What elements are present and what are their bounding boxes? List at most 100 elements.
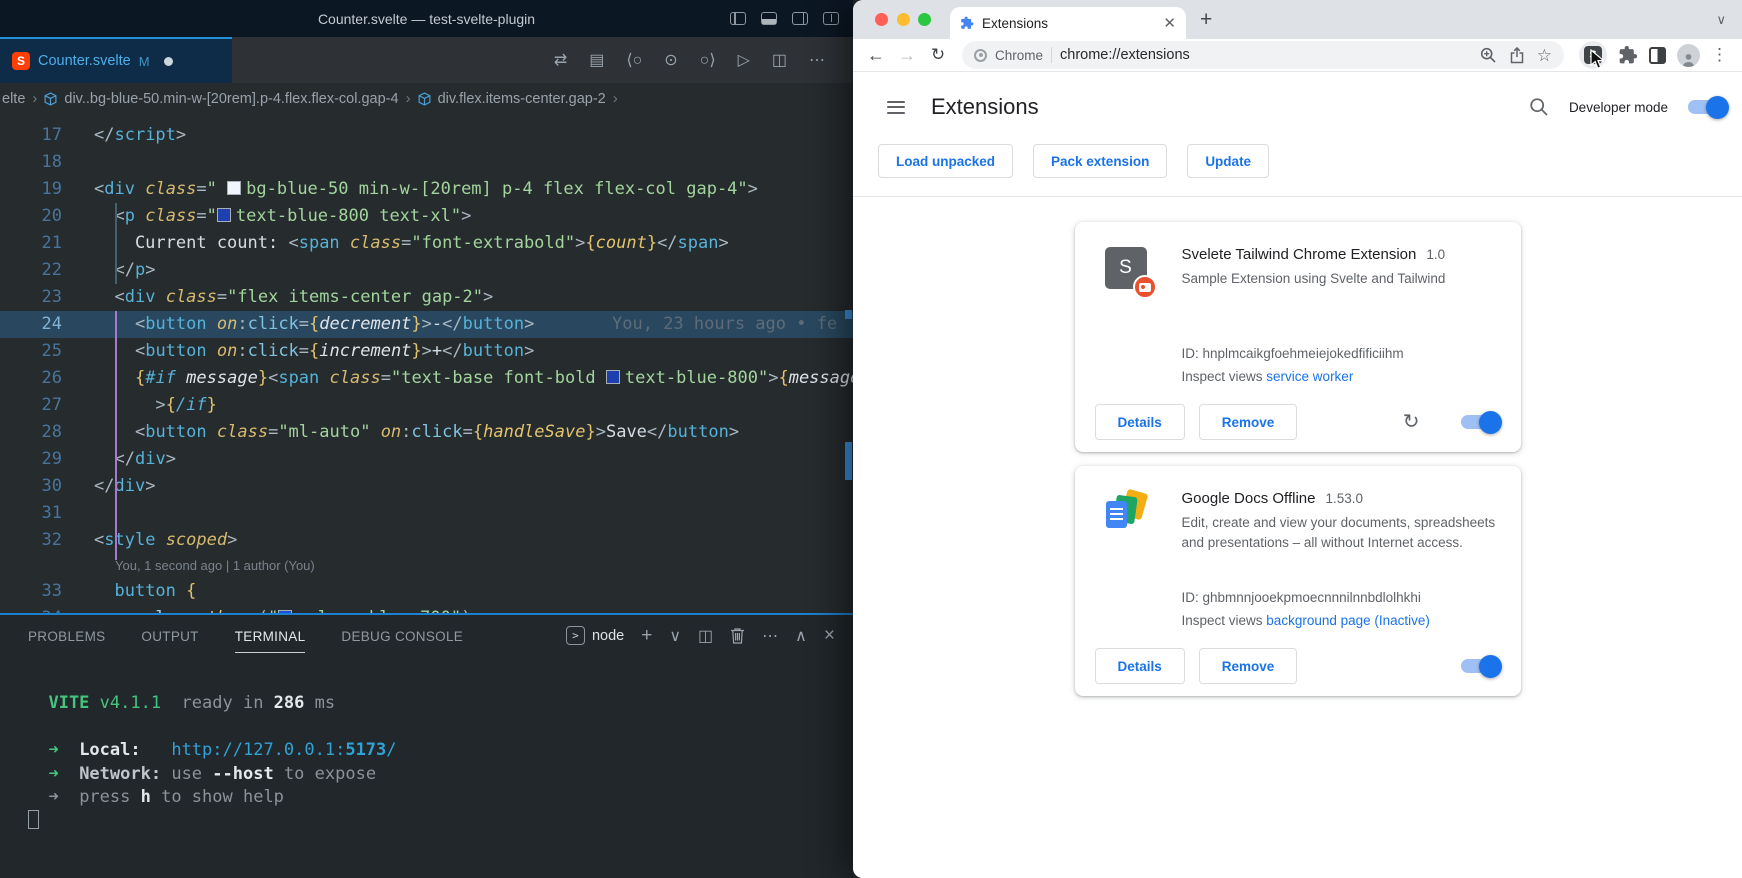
code-line: 19<div class=" bg-blue-50 min-w-[20rem] … [0, 176, 853, 203]
panel-tab-terminal[interactable]: TERMINAL [235, 618, 306, 653]
inspect-views-line: Inspect views background page (Inactive) [1182, 610, 1505, 633]
split-editor-icon[interactable]: ◫ [772, 50, 787, 70]
details-button[interactable]: Details [1095, 648, 1185, 684]
remove-button[interactable]: Remove [1199, 404, 1298, 440]
maximize-panel-icon[interactable]: ∧ [795, 626, 807, 646]
extensions-puzzle-icon[interactable] [1618, 45, 1638, 65]
next-change-icon[interactable]: ○⟩ [700, 50, 716, 70]
omnibox[interactable]: Chrome chrome://extensions ☆ [962, 41, 1564, 69]
panel-tab-output[interactable]: OUTPUT [141, 618, 198, 653]
new-tab-button[interactable]: + [1200, 9, 1212, 30]
remove-button[interactable]: Remove [1199, 648, 1298, 684]
toggle-panel-icon[interactable] [761, 12, 777, 25]
kill-terminal-icon[interactable] [730, 627, 745, 644]
profile-avatar[interactable] [1677, 44, 1700, 67]
code-line: 32<style scoped> [0, 527, 853, 554]
breadcrumb[interactable]: elte›div..bg-blue-50.min-w-[20rem].p-4.f… [0, 83, 853, 114]
line-number: 19 [0, 176, 62, 203]
share-icon[interactable] [1510, 47, 1524, 64]
terminal-picker-chevron-icon[interactable]: ∨ [669, 626, 681, 646]
open-changes-icon[interactable]: ▤ [589, 50, 604, 70]
forward-button[interactable]: → [894, 42, 920, 68]
load-unpacked-button[interactable]: Load unpacked [878, 144, 1013, 178]
code-line: 30</div> [0, 473, 853, 500]
terminal-instance-node[interactable]: > node [566, 626, 624, 645]
side-panel-icon[interactable] [1649, 47, 1666, 64]
reload-extension-icon[interactable]: ↻ [1403, 412, 1420, 432]
code-text: <div class="flex items-center gap-2"> [62, 284, 493, 311]
code-text: <p class="text-blue-800 text-xl"> [62, 203, 471, 230]
extension-enabled-toggle[interactable] [1461, 415, 1499, 429]
code-line: 28 <button class="ml-auto" on:click={han… [0, 419, 853, 446]
google-docs-icon [1105, 491, 1149, 535]
customize-layout-icon[interactable] [823, 12, 839, 25]
code-line: 27 >{/if} [0, 392, 853, 419]
browser-tab-extensions[interactable]: Extensions ✕ [950, 7, 1186, 39]
code-text: button { [62, 578, 196, 605]
panel-action-icons: + ∨ ◫ ⋯ ∧ × [641, 625, 835, 647]
extension-enabled-toggle[interactable] [1461, 659, 1499, 673]
more-actions-icon[interactable]: ⋯ [762, 626, 778, 646]
source-control-compare-icon[interactable]: ⇄ [554, 50, 567, 70]
tab-search-chevron-icon[interactable]: ∨ [1716, 12, 1726, 28]
minimize-window-button[interactable] [897, 13, 910, 26]
inspect-views-link[interactable]: service worker [1266, 369, 1353, 384]
extension-version: 1.53.0 [1325, 491, 1363, 506]
zoom-icon[interactable] [1480, 47, 1497, 64]
developer-mode-toggle[interactable] [1688, 100, 1726, 114]
color-swatch [606, 370, 620, 384]
back-button[interactable]: ← [863, 42, 889, 68]
line-number: 27 [0, 392, 62, 419]
svelte-extension-icon: S [1105, 247, 1147, 289]
details-button[interactable]: Details [1095, 404, 1185, 440]
breadcrumb-item[interactable]: div..bg-blue-50.min-w-[20rem].p-4.flex.f… [64, 91, 398, 107]
person-icon [1681, 52, 1696, 67]
pack-extension-button[interactable]: Pack extension [1033, 144, 1167, 178]
new-terminal-icon[interactable]: + [641, 625, 652, 647]
previous-change-icon[interactable]: ⟨○ [626, 50, 642, 70]
split-terminal-icon[interactable]: ◫ [698, 626, 713, 646]
breadcrumb-item[interactable]: elte [2, 91, 25, 107]
pinned-extension-button[interactable]: S [1579, 41, 1607, 69]
panel-tabs: PROBLEMS OUTPUT TERMINAL DEBUG CONSOLE [28, 618, 463, 653]
toggle-secondary-sidebar-icon[interactable] [792, 12, 808, 25]
inspect-views-label: Inspect views [1182, 369, 1267, 384]
toggle-sidebar-icon[interactable] [730, 12, 746, 25]
trash-icon [730, 627, 745, 644]
search-icon[interactable] [1529, 97, 1549, 117]
code-editor[interactable]: 17</script>1819<div class=" bg-blue-50 m… [0, 114, 853, 613]
close-panel-icon[interactable]: × [824, 625, 835, 647]
svelte-extension-icon: S [1584, 46, 1602, 64]
more-actions-icon[interactable]: ⋯ [809, 50, 825, 70]
line-number: 18 [0, 149, 62, 176]
codelens-annotation[interactable]: You, 1 second ago | 1 author (You) [0, 554, 853, 578]
run-preview-icon[interactable]: ▷ [738, 50, 750, 70]
code-text [62, 149, 94, 176]
extension-name: Svelete Tailwind Chrome Extension [1182, 246, 1417, 263]
close-tab-icon[interactable]: ✕ [1163, 14, 1176, 32]
zoom-window-button[interactable] [918, 13, 931, 26]
close-window-button[interactable] [875, 13, 888, 26]
page-title: Extensions [931, 94, 1039, 120]
chrome-menu-icon[interactable]: ⋮ [1711, 45, 1728, 65]
line-number: 20 [0, 203, 62, 230]
symbol-cube-icon [418, 92, 431, 106]
line-number: 32 [0, 527, 62, 554]
terminal[interactable]: VITE v4.1.1 ready in 286 ms ➜ Local: htt… [0, 656, 853, 833]
unsaved-dot[interactable] [164, 57, 173, 66]
code-text: </div> [62, 473, 155, 500]
bookmark-star-icon[interactable]: ☆ [1537, 47, 1552, 64]
reload-button[interactable]: ↻ [925, 45, 951, 65]
change-icon[interactable]: ⊙ [664, 50, 677, 70]
omnibox-trailing-icons: ☆ [1480, 47, 1552, 64]
chrome-window: Extensions ✕ + ∨ ← → ↻ Chrome chrome://e… [853, 0, 1742, 878]
panel-tab-debug-console[interactable]: DEBUG CONSOLE [341, 618, 463, 653]
tab-filename: Counter.svelte [38, 53, 131, 69]
update-button[interactable]: Update [1187, 144, 1269, 178]
editor-tab-counter-svelte[interactable]: S Counter.svelte M [0, 37, 232, 83]
breadcrumb-item[interactable]: div.flex.items-center.gap-2 [438, 91, 606, 107]
hamburger-menu-icon[interactable] [887, 101, 905, 114]
panel-tab-problems[interactable]: PROBLEMS [28, 618, 105, 653]
code-line: 21 Current count: <span class="font-extr… [0, 230, 853, 257]
inspect-views-link[interactable]: background page (Inactive) [1266, 613, 1430, 628]
